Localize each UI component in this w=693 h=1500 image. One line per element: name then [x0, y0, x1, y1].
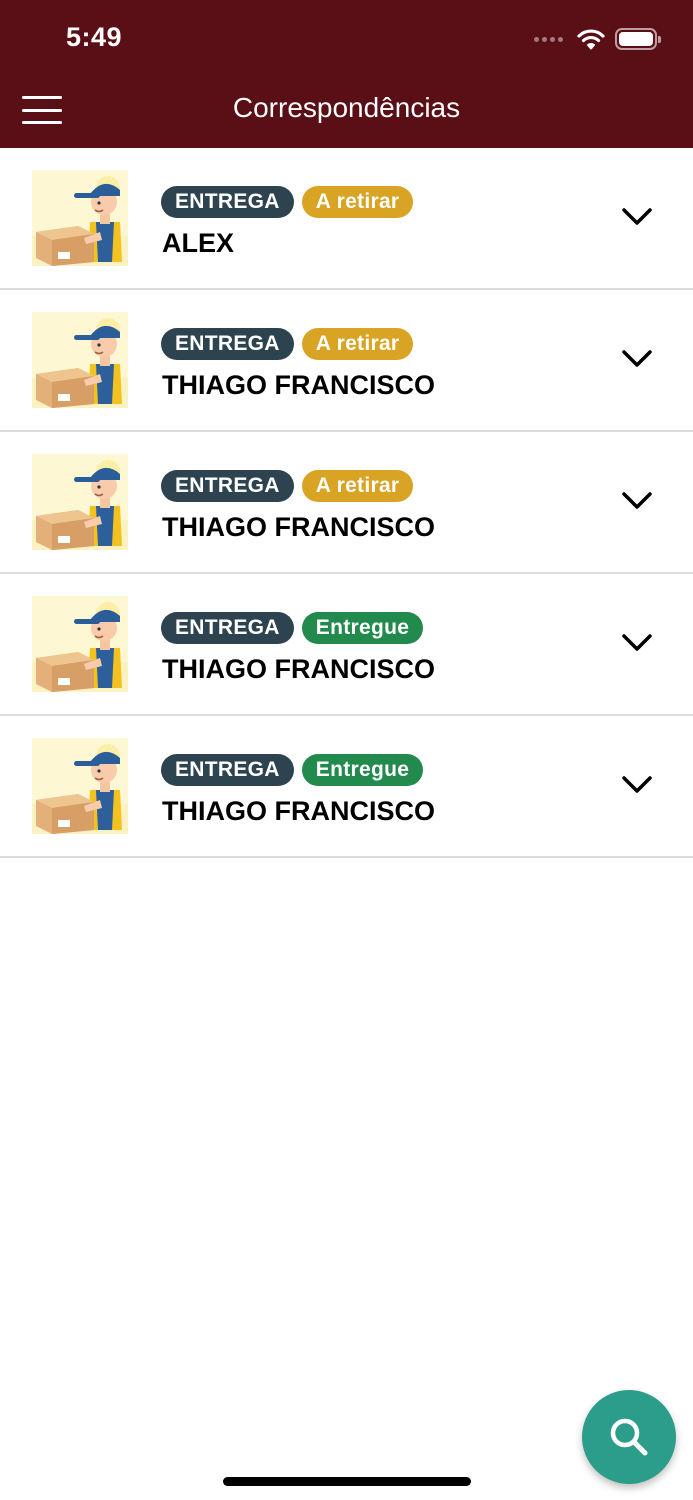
- recipient-name: THIAGO FRANCISCO: [162, 512, 435, 542]
- status-badge: Entregue: [301, 754, 424, 786]
- status-badge: A retirar: [301, 186, 414, 218]
- battery-icon: [615, 28, 661, 50]
- list-item[interactable]: ENTREGA A retirar ALEX: [0, 148, 693, 290]
- list-item[interactable]: ENTREGA Entregue THIAGO FRANCISCO: [0, 716, 693, 858]
- type-badge: ENTREGA: [161, 328, 294, 360]
- badge-group: ENTREGA A retirar: [161, 186, 414, 218]
- status-badge: Entregue: [301, 612, 424, 644]
- badge-group: ENTREGA Entregue: [161, 612, 424, 644]
- type-badge: ENTREGA: [161, 470, 294, 502]
- cellular-signal-icon: [534, 36, 563, 42]
- status-icons: [534, 26, 661, 52]
- chevron-down-icon[interactable]: [621, 348, 653, 370]
- list-item[interactable]: ENTREGA A retirar THIAGO FRANCISCO: [0, 290, 693, 432]
- chevron-down-icon[interactable]: [621, 490, 653, 512]
- delivery-person-icon: [32, 312, 128, 408]
- recipient-name: THIAGO FRANCISCO: [162, 654, 435, 684]
- status-time: 5:49: [66, 22, 123, 52]
- delivery-person-icon: [32, 738, 128, 834]
- delivery-person-icon: [32, 596, 128, 692]
- recipient-name: THIAGO FRANCISCO: [162, 796, 435, 826]
- wifi-icon: [577, 29, 605, 50]
- list-item[interactable]: ENTREGA A retirar THIAGO FRANCISCO: [0, 432, 693, 574]
- delivery-person-icon: [32, 170, 128, 266]
- chevron-down-icon[interactable]: [621, 632, 653, 654]
- badge-group: ENTREGA Entregue: [161, 754, 424, 786]
- list-item[interactable]: ENTREGA Entregue THIAGO FRANCISCO: [0, 574, 693, 716]
- status-badge: A retirar: [301, 328, 414, 360]
- page-title: Correspondências: [232, 92, 461, 123]
- recipient-name: THIAGO FRANCISCO: [162, 370, 435, 400]
- chevron-down-icon[interactable]: [621, 774, 653, 796]
- recipient-name: ALEX: [162, 228, 235, 258]
- badge-group: ENTREGA A retirar: [161, 328, 414, 360]
- badge-group: ENTREGA A retirar: [161, 470, 414, 502]
- home-indicator: [223, 1477, 471, 1486]
- type-badge: ENTREGA: [161, 186, 294, 218]
- type-badge: ENTREGA: [161, 754, 294, 786]
- search-icon: [610, 1418, 648, 1456]
- delivery-person-icon: [32, 454, 128, 550]
- correspondence-list: ENTREGA A retirar ALEX ENTREGA A retirar…: [0, 148, 693, 858]
- status-badge: A retirar: [301, 470, 414, 502]
- app-header: 5:49 Correspondências: [0, 0, 693, 148]
- search-button[interactable]: [582, 1390, 676, 1484]
- chevron-down-icon[interactable]: [621, 206, 653, 228]
- type-badge: ENTREGA: [161, 612, 294, 644]
